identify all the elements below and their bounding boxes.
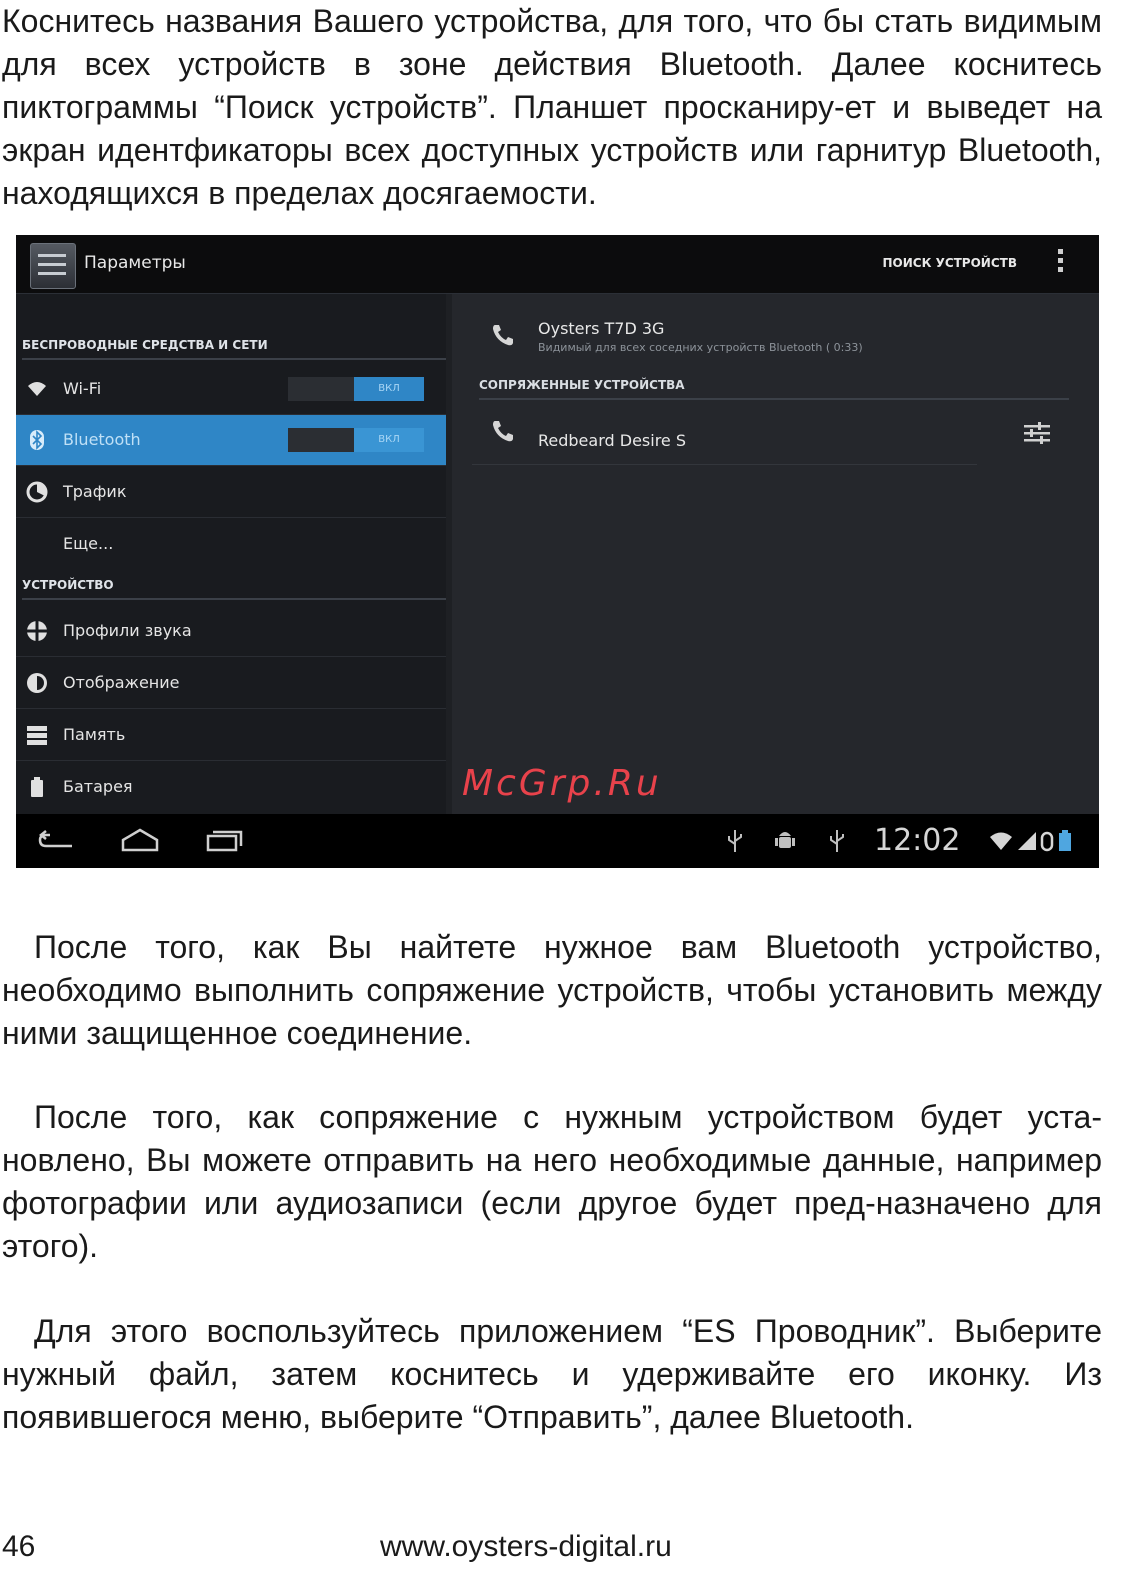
android-debug-icon: [775, 832, 795, 848]
data-usage-icon: [26, 481, 48, 503]
toggle-on-label: ВКЛ: [354, 428, 424, 452]
settings-item-data-usage[interactable]: Трафик: [16, 467, 446, 518]
bluetooth-panel: Oysters T7D 3G Видимый для всех соседних…: [452, 294, 1099, 814]
settings-item-sound[interactable]: Профили звука: [16, 606, 446, 657]
sync-icon: [1040, 831, 1054, 852]
settings-item-label: Память: [63, 725, 126, 744]
storage-icon: [27, 726, 47, 745]
wifi-toggle[interactable]: ВКЛ: [288, 377, 424, 401]
settings-item-label: Батарея: [63, 777, 133, 796]
settings-item-label: Трафик: [63, 482, 127, 501]
settings-item-label: Еще...: [63, 534, 114, 553]
usb-icon: [728, 830, 742, 852]
settings-item-label: Профили звука: [63, 621, 192, 640]
es-explorer-paragraph: Для этого воспользуйтесь приложением “ES…: [2, 1313, 1102, 1435]
battery-status-icon: [1059, 830, 1071, 851]
settings-item-storage[interactable]: Память: [16, 710, 446, 761]
page-number: 46: [2, 1530, 36, 1563]
status-clock: 12:02: [874, 823, 961, 858]
action-bar: Параметры ПОИСК УСТРОЙСТВ: [16, 235, 1099, 294]
recent-apps-icon[interactable]: [204, 826, 244, 854]
settings-item-bluetooth[interactable]: Bluetooth ВКЛ: [16, 415, 446, 466]
wifi-icon: [28, 382, 46, 396]
settings-item-more[interactable]: Еще...: [16, 519, 446, 569]
usb-icon: [830, 830, 844, 852]
this-device-visibility: Видимый для всех соседних устройств Blue…: [538, 341, 863, 354]
bluetooth-icon: [30, 430, 44, 450]
paired-devices-header: СОПРЯЖЕННЫЕ УСТРОЙСТВА: [479, 378, 1069, 400]
row-divider: [472, 464, 977, 465]
action-bar-title: Параметры: [84, 253, 186, 273]
device-settings-icon[interactable]: [1022, 420, 1052, 446]
sound-icon: [26, 620, 48, 642]
settings-app-icon[interactable]: [30, 243, 76, 289]
settings-item-label: Отображение: [63, 673, 180, 692]
wifi-signal-icon: [990, 832, 1012, 850]
send-data-paragraph: После того, как сопряжение с нужным устр…: [2, 1099, 1102, 1264]
settings-item-label: Bluetooth: [63, 430, 141, 449]
settings-item-battery[interactable]: Батарея: [16, 762, 446, 812]
overflow-menu-icon[interactable]: [1058, 249, 1064, 277]
website-link[interactable]: www.oysters-digital.ru: [380, 1530, 672, 1564]
back-icon[interactable]: [36, 826, 76, 854]
settings-item-display[interactable]: Отображение: [16, 658, 446, 709]
battery-icon: [31, 777, 43, 797]
section-header-device: УСТРОЙСТВО: [22, 578, 446, 600]
search-devices-button[interactable]: ПОИСК УСТРОЙСТВ: [882, 256, 1017, 270]
system-nav-bar: 12:02: [16, 814, 1099, 868]
paired-device-name: Redbeard Desire S: [538, 431, 686, 450]
this-device-name: Oysters T7D 3G: [538, 319, 665, 338]
display-icon: [27, 673, 47, 693]
section-header-wireless: БЕСПРОВОДНЫЕ СРЕДСТВА И СЕТИ: [22, 338, 446, 360]
settings-list: БЕСПРОВОДНЫЕ СРЕДСТВА И СЕТИ Wi-Fi ВКЛ B…: [16, 294, 446, 814]
settings-item-wifi[interactable]: Wi-Fi ВКЛ: [16, 364, 446, 415]
intro-paragraph: Коснитесь названия Вашего устройства, дл…: [2, 3, 1102, 211]
bluetooth-toggle[interactable]: ВКЛ: [288, 428, 424, 452]
watermark: McGrp.Ru: [462, 763, 662, 804]
phone-icon: [493, 325, 513, 346]
pairing-paragraph: После того, как Вы найтете нужное вам Bl…: [2, 929, 1102, 1051]
settings-item-label: Wi-Fi: [63, 379, 102, 398]
home-icon[interactable]: [120, 826, 160, 854]
phone-icon: [493, 421, 513, 442]
cell-signal-icon: [1018, 832, 1036, 850]
toggle-on-label: ВКЛ: [354, 377, 424, 401]
settings-screenshot: Параметры ПОИСК УСТРОЙСТВ БЕСПРОВОДНЫЕ С…: [16, 235, 1099, 868]
